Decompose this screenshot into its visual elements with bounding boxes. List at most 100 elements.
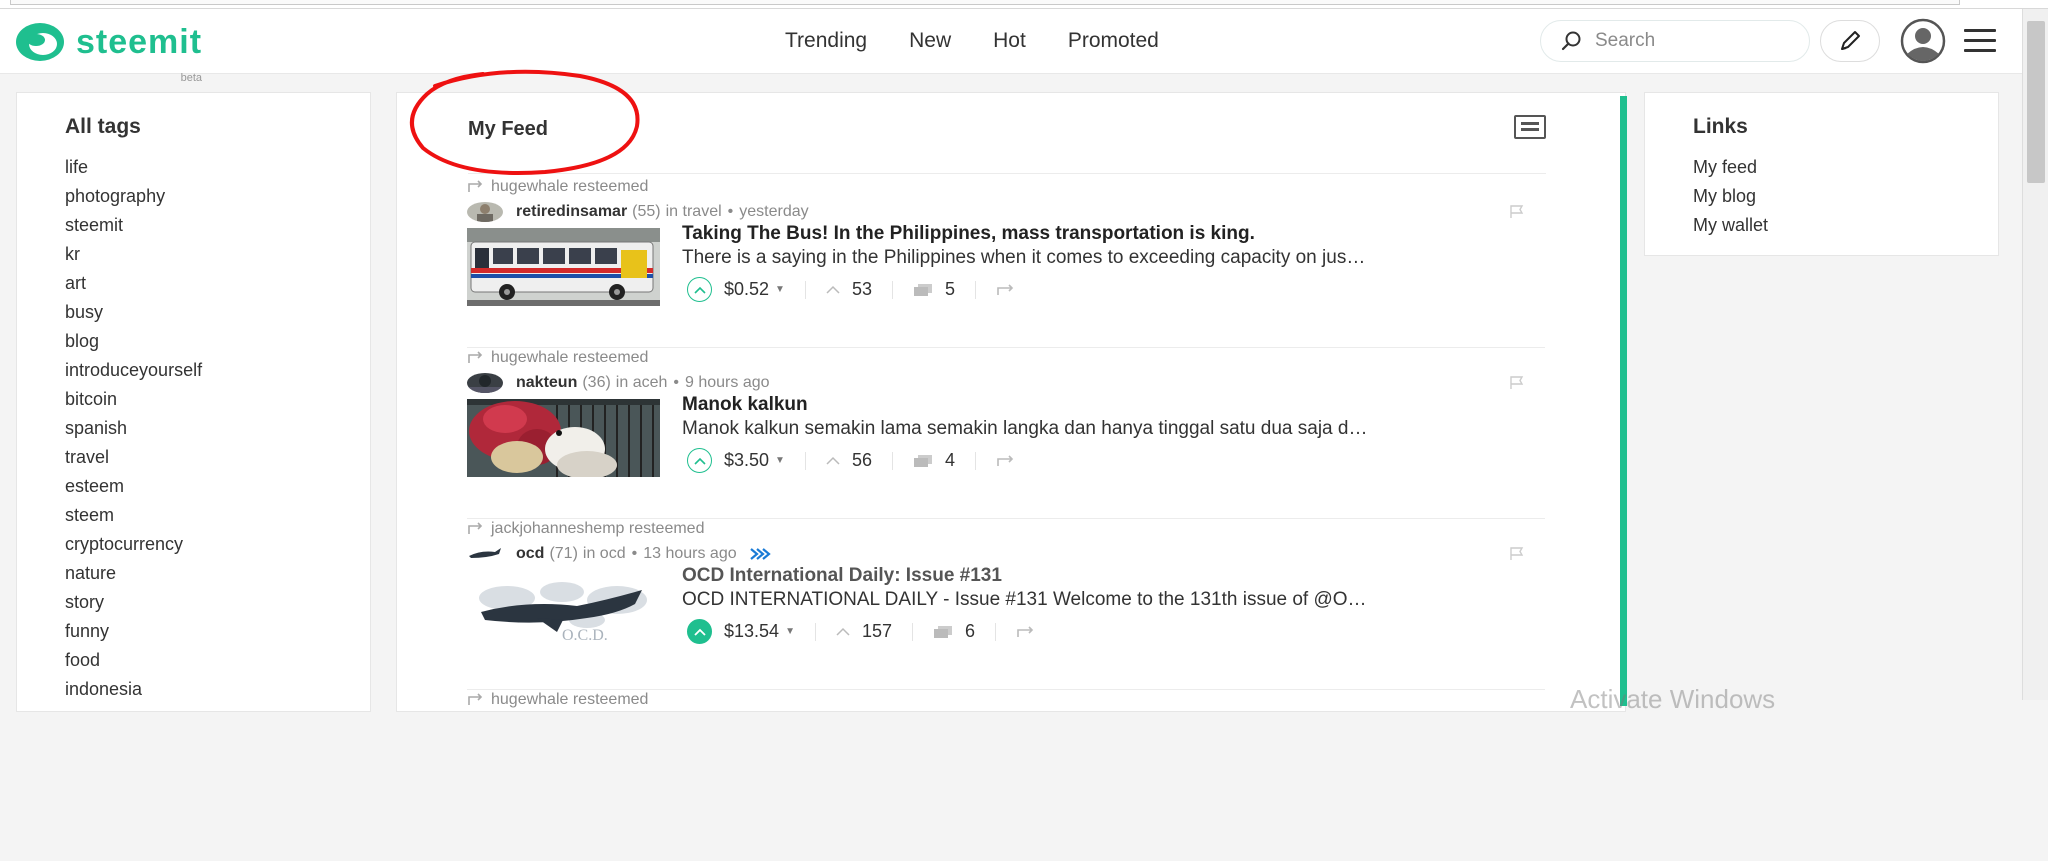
- resteem-icon: [468, 522, 483, 534]
- votes-value: 53: [851, 279, 872, 299]
- all-tags-title: All tags: [65, 115, 141, 138]
- post-thumbnail[interactable]: [467, 228, 660, 306]
- tag-link[interactable]: blog: [65, 327, 202, 356]
- tag-link[interactable]: kr: [65, 240, 202, 269]
- scrollbar-thumb[interactable]: [2027, 21, 2045, 183]
- search-box[interactable]: [1540, 20, 1810, 62]
- caret-down-icon: ▼: [785, 626, 795, 637]
- flag-icon[interactable]: [1509, 205, 1525, 219]
- post-summary[interactable]: There is a saying in the Philippines whe…: [682, 247, 1542, 269]
- tag-link[interactable]: travel: [65, 443, 202, 472]
- votes-count[interactable]: 157: [836, 621, 892, 642]
- post-category[interactable]: in aceh: [616, 374, 668, 392]
- flag-icon[interactable]: [1509, 376, 1525, 390]
- payout-dropdown[interactable]: $0.52 ▼: [724, 279, 785, 300]
- hamburger-menu-icon[interactable]: [1964, 29, 1996, 53]
- tag-link[interactable]: steemit: [65, 211, 202, 240]
- flag-icon[interactable]: [1509, 547, 1525, 561]
- tag-link[interactable]: food: [65, 646, 202, 675]
- submit-post-button[interactable]: [1820, 20, 1880, 62]
- author-name[interactable]: nakteun: [516, 374, 577, 392]
- tag-link[interactable]: introduceyourself: [65, 356, 202, 385]
- author-line: retiredinsamar (55) in travel • yesterda…: [467, 202, 809, 222]
- comments-icon: [934, 625, 953, 638]
- comments-value: 4: [944, 450, 955, 470]
- tag-link[interactable]: story: [65, 588, 202, 617]
- author-name[interactable]: ocd: [516, 545, 544, 563]
- nav-promoted[interactable]: Promoted: [1068, 29, 1159, 53]
- post-thumbnail[interactable]: [467, 399, 660, 477]
- tag-link[interactable]: steem: [65, 501, 202, 530]
- post-time: 9 hours ago: [685, 374, 770, 391]
- resteem-icon[interactable]: [996, 283, 1016, 297]
- votes-count[interactable]: 56: [826, 450, 872, 471]
- comments-count[interactable]: 4: [913, 450, 955, 471]
- post-category[interactable]: in ocd: [583, 545, 626, 563]
- resteem-text: hugewhale resteemed: [491, 178, 649, 195]
- tag-link[interactable]: nature: [65, 559, 202, 588]
- tag-link[interactable]: photography: [65, 182, 202, 211]
- comments-value: 5: [944, 279, 955, 299]
- tag-link[interactable]: bitcoin: [65, 385, 202, 414]
- nav-hot[interactable]: Hot: [993, 29, 1026, 53]
- top-header: steemit beta Trending New Hot Promoted: [0, 9, 2048, 84]
- post-footer: $0.52 ▼ 53 5: [687, 277, 1016, 302]
- tag-link[interactable]: cryptocurrency: [65, 530, 202, 559]
- upvote-button[interactable]: [687, 619, 712, 644]
- link-my-feed[interactable]: My feed: [1693, 153, 1768, 182]
- resteem-icon: [468, 180, 483, 192]
- post-footer: $3.50 ▼ 56 4: [687, 448, 1016, 473]
- chevron-up-icon: [826, 285, 840, 294]
- tag-link[interactable]: life: [65, 153, 202, 182]
- votes-value: 56: [851, 450, 872, 470]
- resteem-text: hugewhale resteemed: [491, 691, 649, 708]
- tag-link[interactable]: busy: [65, 298, 202, 327]
- payout-value: $0.52: [724, 279, 770, 299]
- layout-toggle-icon[interactable]: [1514, 115, 1546, 139]
- post-title[interactable]: Manok kalkun: [682, 394, 808, 416]
- tag-link[interactable]: art: [65, 269, 202, 298]
- post-category[interactable]: in travel: [666, 203, 722, 221]
- post-thumbnail[interactable]: O.C.D.: [467, 570, 660, 648]
- votes-value: 157: [861, 621, 893, 641]
- steemit-logo[interactable]: steemit beta: [14, 21, 202, 84]
- user-avatar-icon: [1900, 18, 1946, 64]
- comments-count[interactable]: 6: [933, 621, 975, 642]
- caret-down-icon: ▼: [775, 455, 785, 466]
- chevron-up-icon: [693, 286, 706, 294]
- feed-header: My Feed: [468, 115, 1546, 174]
- author-avatar[interactable]: [467, 544, 503, 564]
- author-avatar[interactable]: [467, 202, 503, 222]
- link-my-wallet[interactable]: My wallet: [1693, 211, 1768, 240]
- link-my-blog[interactable]: My blog: [1693, 182, 1768, 211]
- resteem-icon[interactable]: [1016, 625, 1036, 639]
- author-name[interactable]: retiredinsamar: [516, 203, 627, 221]
- nav-trending[interactable]: Trending: [785, 29, 867, 53]
- user-avatar-button[interactable]: [1894, 18, 1952, 64]
- payout-value: $13.54: [724, 621, 780, 641]
- upvote-button[interactable]: [687, 277, 712, 302]
- votes-count[interactable]: 53: [826, 279, 872, 300]
- comments-icon: [913, 283, 932, 296]
- post-title[interactable]: Taking The Bus! In the Philippines, mass…: [682, 223, 1255, 245]
- page-scrollbar[interactable]: [2022, 9, 2048, 700]
- post-footer: $13.54 ▼ 157 6: [687, 619, 1036, 644]
- browser-chrome-strip: [0, 0, 2048, 9]
- all-tags-panel: All tags life photography steemit kr art…: [16, 92, 371, 712]
- tag-link[interactable]: esteem: [65, 472, 202, 501]
- payout-dropdown[interactable]: $13.54 ▼: [724, 621, 795, 642]
- post-title[interactable]: OCD International Daily: Issue #131: [682, 565, 1002, 587]
- feed-post: hugewhale resteemed: [467, 691, 1545, 861]
- comments-count[interactable]: 5: [913, 279, 955, 300]
- resteem-icon[interactable]: [996, 454, 1016, 468]
- post-summary[interactable]: OCD INTERNATIONAL DAILY - Issue #131 Wel…: [682, 589, 1542, 611]
- author-reputation: (55): [632, 203, 661, 220]
- post-summary[interactable]: Manok kalkun semakin lama semakin langka…: [682, 418, 1542, 440]
- tag-link[interactable]: spanish: [65, 414, 202, 443]
- nav-new[interactable]: New: [909, 29, 951, 53]
- author-avatar[interactable]: [467, 373, 503, 393]
- tag-link[interactable]: funny: [65, 617, 202, 646]
- search-input[interactable]: [1593, 29, 1793, 53]
- payout-dropdown[interactable]: $3.50 ▼: [724, 450, 785, 471]
- upvote-button[interactable]: [687, 448, 712, 473]
